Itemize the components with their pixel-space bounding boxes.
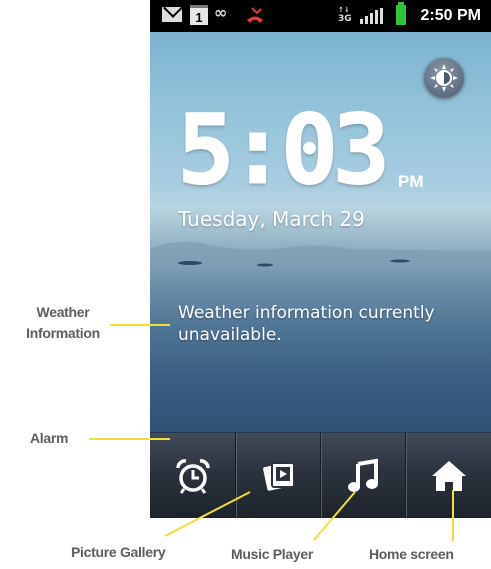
brightness-icon xyxy=(430,64,458,92)
status-bar: 1 ∞ ↑↓ 3G 2:50 PM xyxy=(150,0,491,32)
music-player-button[interactable] xyxy=(320,433,406,518)
callout-home-screen: Home screen xyxy=(369,546,454,562)
picture-gallery-button[interactable] xyxy=(235,433,321,518)
callout-weather-line2: Information xyxy=(26,325,100,341)
alarm-button[interactable] xyxy=(150,433,235,518)
brightness-button[interactable] xyxy=(424,58,464,98)
home-icon xyxy=(431,460,466,491)
clock-time[interactable]: 5:03 xyxy=(176,100,390,201)
missed-call-icon xyxy=(247,7,263,23)
dock xyxy=(150,433,491,518)
home-screen-button[interactable] xyxy=(405,433,491,518)
callout-weather-information: Weather Information xyxy=(19,302,107,344)
battery-icon xyxy=(396,2,406,25)
network-label: 3G xyxy=(338,14,352,24)
alarm-clock-icon xyxy=(175,458,210,494)
voicemail-icon: ∞ xyxy=(214,3,228,22)
clock-date: Tuesday, March 29 xyxy=(178,207,365,231)
phone-screen: 1 ∞ ↑↓ 3G 2:50 PM 5:03 PM Tuesday, March… xyxy=(150,0,491,518)
callout-weather-line1: Weather xyxy=(36,304,90,320)
callout-picture-gallery: Picture Gallery xyxy=(71,544,166,560)
music-note-icon xyxy=(347,458,378,492)
callout-alarm: Alarm xyxy=(30,430,69,446)
callout-music-player: Music Player xyxy=(231,546,313,562)
mail-icon xyxy=(162,7,182,22)
calendar-icon: 1 xyxy=(190,5,208,25)
mountain-range xyxy=(150,241,491,267)
picture-gallery-icon xyxy=(262,461,295,491)
weather-info[interactable]: Weather information currently unavailabl… xyxy=(178,302,483,346)
status-time: 2:50 PM xyxy=(420,7,481,24)
signal-icon xyxy=(360,8,386,24)
data-network-icon: ↑↓ 3G xyxy=(338,6,352,24)
clock-ampm: PM xyxy=(398,172,424,191)
